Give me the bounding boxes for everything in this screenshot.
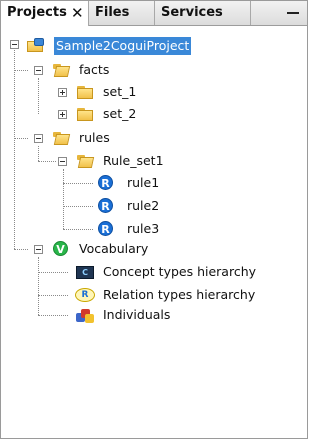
individuals-label: Individuals (103, 307, 171, 322)
collapse-toggle[interactable] (34, 245, 43, 254)
concept-types-label: Concept types hierarchy (103, 264, 257, 279)
collapse-toggle[interactable] (34, 134, 43, 143)
project-icon (27, 38, 45, 53)
tree-node-set-2[interactable]: set_2 (1, 104, 307, 124)
rule-icon: R (98, 221, 113, 236)
tab-files[interactable]: Files (89, 1, 155, 25)
tree-node-concept-types[interactable]: C Concept types hierarchy (1, 262, 307, 282)
rule-set1-label: Rule_set1 (103, 153, 164, 168)
tree-node-rule2[interactable]: R rule2 (1, 196, 307, 216)
tree-node-rules[interactable]: rules (1, 128, 307, 148)
tab-files-label: Files (95, 5, 130, 20)
minimize-icon[interactable] (287, 12, 299, 14)
folder-open-icon (53, 131, 71, 145)
project-tree: Sample2CoguiProject facts set_1 set_2 ru… (1, 26, 307, 438)
facts-label: facts (79, 62, 110, 77)
concept-type-icon: C (76, 266, 94, 279)
folder-icon (77, 107, 93, 121)
tab-services-label: Services (161, 5, 223, 20)
relation-types-label: Relation types hierarchy (103, 287, 256, 302)
tab-bar: Projects ✕ Files Services (1, 1, 307, 26)
tree-node-set-1[interactable]: set_1 (1, 82, 307, 102)
collapse-toggle[interactable] (58, 157, 67, 166)
tree-node-individuals[interactable]: Individuals (1, 305, 307, 325)
tree-node-facts[interactable]: facts (1, 60, 307, 80)
expand-toggle[interactable] (58, 88, 67, 97)
rule3-label: rule3 (127, 221, 160, 236)
folder-open-icon (53, 63, 71, 77)
rules-label: rules (79, 130, 110, 145)
rule1-label: rule1 (127, 175, 160, 190)
vocabulary-label: Vocabulary (79, 241, 149, 256)
folder-icon (77, 85, 93, 99)
collapse-toggle[interactable] (34, 66, 43, 75)
tree-node-project[interactable]: Sample2CoguiProject (1, 36, 307, 56)
set-1-label: set_1 (103, 84, 137, 99)
tree-node-rule1[interactable]: R rule1 (1, 173, 307, 193)
expand-toggle[interactable] (58, 110, 67, 119)
rule2-label: rule2 (127, 198, 160, 213)
close-icon[interactable]: ✕ (71, 1, 84, 25)
tab-projects-label: Projects (7, 5, 67, 20)
vocabulary-icon: V (53, 241, 68, 256)
tree-node-rule-set1[interactable]: Rule_set1 (1, 151, 307, 171)
collapse-toggle[interactable] (10, 40, 19, 49)
tab-services[interactable]: Services (155, 1, 251, 25)
individuals-icon (76, 307, 94, 323)
projects-panel: Projects ✕ Files Services Sample2CoguiPr… (0, 0, 308, 439)
tree-node-relation-types[interactable]: R Relation types hierarchy (1, 285, 307, 305)
project-label: Sample2CoguiProject (54, 37, 192, 55)
rule-icon: R (98, 175, 113, 190)
set-2-label: set_2 (103, 106, 137, 121)
tree-node-vocabulary[interactable]: V Vocabulary (1, 239, 307, 259)
tab-projects[interactable]: Projects ✕ (1, 1, 89, 26)
rule-icon: R (98, 198, 113, 213)
tree-node-rule3[interactable]: R rule3 (1, 219, 307, 239)
relation-type-icon: R (75, 288, 95, 302)
folder-open-icon (77, 154, 95, 168)
